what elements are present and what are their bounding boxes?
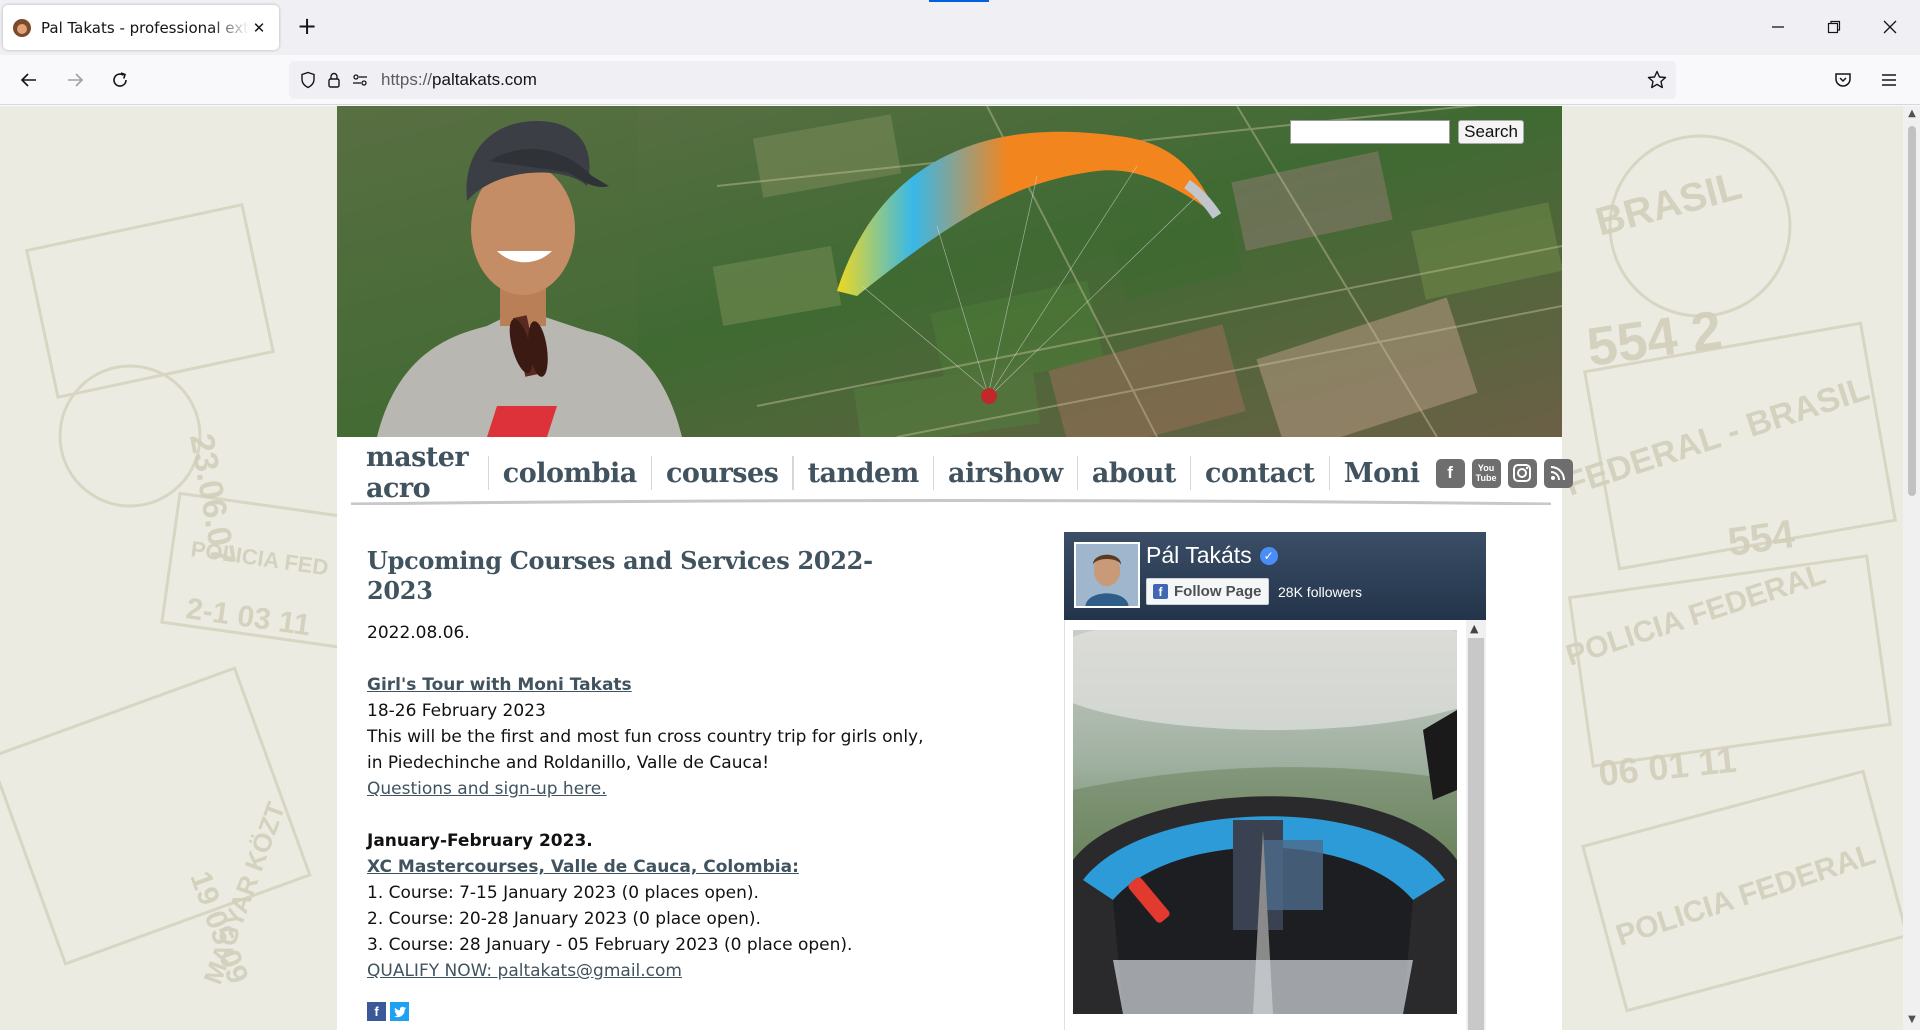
hamburger-menu-icon [1882, 74, 1896, 86]
rss-icon[interactable] [1543, 458, 1573, 488]
facebook-followers-count: 28K followers [1278, 584, 1363, 600]
main-navigation: master acro colombia courses tandem airs… [366, 442, 1573, 504]
girls-tour-link[interactable]: Girl's Tour with Moni Takats [367, 675, 632, 695]
permissions-icon[interactable] [349, 69, 371, 91]
minimize-button[interactable] [1750, 8, 1806, 46]
course-line: 2. Course: 20-28 January 2023 (0 place o… [367, 909, 761, 929]
menu-button[interactable] [1872, 64, 1906, 96]
course-line: 1. Course: 7-15 January 2023 (0 places o… [367, 883, 759, 903]
close-icon [1883, 20, 1897, 34]
nav-master-acro[interactable]: master acro [366, 442, 488, 504]
nav-airshow[interactable]: airshow [934, 458, 1077, 489]
scroll-up-arrow-icon[interactable]: ▲ [1906, 108, 1918, 120]
bookmark-star-icon[interactable] [1646, 69, 1668, 91]
social-links: f You Tube [1435, 458, 1573, 488]
page-scroll-thumb[interactable] [1908, 126, 1916, 496]
nav-courses[interactable]: courses [652, 458, 792, 489]
forward-button[interactable] [58, 64, 92, 96]
url-scheme: https:// [381, 70, 433, 89]
scroll-down-arrow-icon[interactable]: ▼ [1906, 1014, 1918, 1026]
nav-contact[interactable]: contact [1191, 458, 1328, 489]
facebook-feed-scroll-thumb[interactable] [1468, 638, 1484, 1030]
back-arrow-icon [20, 73, 36, 87]
pocket-icon [1835, 73, 1851, 87]
tab-indicator [929, 0, 989, 2]
nav-tandem[interactable]: tandem [794, 458, 933, 489]
tracking-shield-icon[interactable] [297, 69, 319, 91]
facebook-page-name-text: Pál Takáts [1146, 542, 1252, 568]
tab-title: Pal Takats - professional extreme [41, 18, 250, 37]
search-form: Search [1290, 120, 1524, 144]
girls-tour-description: This will be the first and most fun cros… [367, 727, 924, 773]
forward-arrow-icon [68, 73, 84, 87]
nav-colombia[interactable]: colombia [489, 458, 651, 489]
close-window-button[interactable] [1862, 8, 1918, 46]
post-title[interactable]: Upcoming Courses and Services 2022-2023 [367, 546, 927, 606]
site-page: Search master acro colombia courses tand… [337, 106, 1573, 1030]
nav-moni[interactable]: Moni [1330, 458, 1434, 489]
courses-period: January-February 2023. [367, 831, 593, 851]
new-tab-button[interactable]: + [292, 12, 322, 42]
url-host: paltakats.com [432, 70, 537, 89]
site-favicon-icon [13, 18, 31, 37]
page-scrollbar[interactable]: ▲ ▼ [1903, 106, 1920, 1030]
restore-icon [1827, 20, 1841, 34]
address-bar[interactable]: https://paltakats.com [289, 61, 1676, 99]
post-content: Upcoming Courses and Services 2022-2023 … [367, 546, 927, 1021]
facebook-page-widget: Pál Takáts ✓ f Follow Page 28K followers [1064, 532, 1486, 1030]
post-date: 2022.08.06. [367, 623, 470, 643]
twitter-share-icon[interactable] [390, 1002, 409, 1021]
nav-divider [351, 499, 1551, 505]
search-input[interactable] [1290, 120, 1451, 144]
facebook-feed: ▲ [1064, 620, 1486, 1030]
search-button[interactable]: Search [1458, 120, 1524, 144]
share-buttons: f [367, 1002, 927, 1021]
verified-badge-icon: ✓ [1259, 546, 1278, 565]
reload-button[interactable] [103, 64, 137, 96]
qualify-email-link[interactable]: QUALIFY NOW: paltakats@gmail.com [367, 961, 682, 981]
pocket-button[interactable] [1826, 64, 1860, 96]
signup-link[interactable]: Questions and sign-up here. [367, 779, 607, 799]
nav-about[interactable]: about [1078, 458, 1190, 489]
xc-mastercourses-link[interactable]: XC Mastercourses, Valle de Cauca, Colomb… [367, 857, 799, 877]
facebook-widget-header: Pál Takáts ✓ f Follow Page 28K followers [1064, 532, 1486, 620]
url-text[interactable]: https://paltakats.com [381, 70, 537, 90]
page-viewport: BRASIL 554 2 FEDERAL - BRASIL 554 POLICI… [0, 106, 1920, 1030]
facebook-feed-scrollbar[interactable]: ▲ [1466, 620, 1486, 1030]
header-banner-image [337, 106, 1562, 437]
tab-close-icon[interactable]: ✕ [249, 19, 269, 37]
back-button[interactable] [12, 64, 46, 96]
browser-toolbar: https://paltakats.com [0, 55, 1920, 105]
browser-tab-bar: Pal Takats - professional extreme ✕ + [0, 0, 1920, 55]
youtube-icon[interactable]: You Tube [1471, 458, 1501, 488]
restore-button[interactable] [1806, 8, 1862, 46]
reload-icon [113, 72, 127, 87]
facebook-post-photo[interactable] [1073, 630, 1457, 1014]
instagram-icon[interactable] [1507, 458, 1537, 488]
facebook-avatar[interactable] [1074, 542, 1140, 608]
facebook-icon[interactable]: f [1435, 458, 1465, 488]
lock-icon[interactable] [323, 69, 345, 91]
scroll-up-icon[interactable]: ▲ [1470, 622, 1478, 635]
svg-text:554: 554 [1725, 512, 1798, 565]
follow-label: Follow Page [1174, 583, 1262, 600]
minimize-icon [1772, 26, 1784, 28]
facebook-share-icon[interactable]: f [367, 1002, 386, 1021]
facebook-logo-icon: f [1153, 584, 1168, 599]
browser-tab[interactable]: Pal Takats - professional extreme ✕ [3, 5, 279, 50]
facebook-follow-button[interactable]: f Follow Page [1146, 578, 1269, 605]
girls-tour-dates: 18-26 February 2023 [367, 701, 546, 721]
course-line: 3. Course: 28 January - 05 February 2023… [367, 935, 853, 955]
facebook-page-name[interactable]: Pál Takáts ✓ [1146, 542, 1278, 569]
